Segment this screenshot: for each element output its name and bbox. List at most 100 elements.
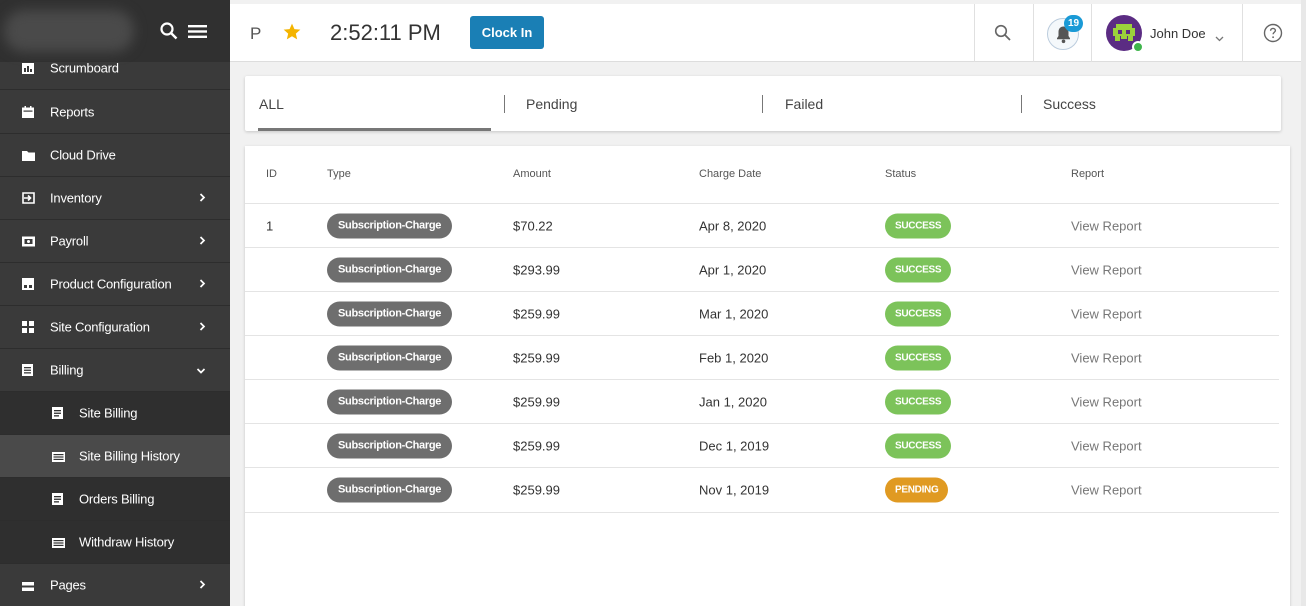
column-header-type[interactable]: Type xyxy=(327,168,351,180)
view-report-link[interactable]: View Report xyxy=(1071,483,1142,498)
view-report-link[interactable]: View Report xyxy=(1071,306,1142,321)
charge-date: Nov 1, 2019 xyxy=(699,482,770,498)
online-status-icon xyxy=(1132,41,1144,53)
sidebar-item-label: Pages xyxy=(50,577,86,593)
view-report-link[interactable]: View Report xyxy=(1071,394,1142,409)
calendar-icon xyxy=(22,106,35,118)
type-badge: Subscription-Charge xyxy=(327,477,453,503)
search-icon[interactable] xyxy=(994,24,1012,47)
sidebar-item-reports[interactable]: Reports xyxy=(0,91,230,134)
sidebar-item-scrumboard[interactable]: Scrumboard xyxy=(0,48,230,90)
table-row[interactable]: Subscription-Charge $259.99 Feb 1, 2020 SUC… xyxy=(245,336,1279,380)
clock-in-button[interactable]: Clock In xyxy=(470,16,544,49)
column-header-status[interactable]: Status xyxy=(885,168,916,180)
workspace-initial[interactable]: P xyxy=(250,24,261,44)
payroll-icon xyxy=(22,235,35,247)
tab-all[interactable]: ALL xyxy=(259,76,499,131)
table-row[interactable]: Subscription-Charge $259.99 Mar 1, 2020 SUC… xyxy=(245,292,1279,336)
table-row[interactable]: Subscription-Charge $259.99 Nov 1, 2019 PEN… xyxy=(245,468,1279,513)
charge-date: Apr 8, 2020 xyxy=(699,218,767,233)
sidebar-item-label: Orders Billing xyxy=(79,491,155,507)
view-report-link[interactable]: View Report xyxy=(1071,262,1142,277)
divider xyxy=(1033,4,1034,62)
status-badge: SUCCESS xyxy=(885,433,952,458)
row-id: 1 xyxy=(266,218,274,233)
folder-icon xyxy=(22,149,35,161)
tab-label: Pending xyxy=(526,96,578,112)
sidebar-item-label: Cloud Drive xyxy=(50,147,116,163)
sidebar-item-site-billing[interactable]: Site Billing xyxy=(0,392,230,435)
hamburger-menu-icon[interactable] xyxy=(188,24,207,44)
sidebar-item-withdraw-history[interactable]: Withdraw History xyxy=(0,521,230,564)
tab-label: Success xyxy=(1043,96,1096,112)
document-icon xyxy=(52,407,65,419)
search-icon[interactable] xyxy=(160,22,178,45)
status-badge: SUCCESS xyxy=(885,345,952,370)
sidebar-item-product-configuration[interactable]: Product Configuration xyxy=(0,263,230,306)
sidebar-item-label: Inventory xyxy=(50,190,102,206)
pages-icon xyxy=(22,579,35,591)
view-report-link[interactable]: View Report xyxy=(1071,438,1142,453)
sidebar-item-label: Site Billing xyxy=(79,405,138,421)
billing-icon xyxy=(22,364,35,376)
logo xyxy=(4,10,134,52)
star-icon[interactable] xyxy=(282,22,302,47)
table-row[interactable]: Subscription-Charge $259.99 Dec 1, 2019 SUC… xyxy=(245,424,1279,468)
charge-date: Mar 1, 2020 xyxy=(699,306,769,321)
tab-pending[interactable]: Pending xyxy=(526,76,756,131)
sidebar-item-label: Withdraw History xyxy=(79,534,175,550)
top-bar: P 2:52:11 PM Clock In 19 John Doe xyxy=(230,4,1306,62)
inventory-icon xyxy=(22,192,35,204)
charge-date: Feb 1, 2020 xyxy=(699,350,769,365)
document-icon xyxy=(52,493,65,505)
tab-success[interactable]: Success xyxy=(1043,76,1273,131)
sidebar-item-site-configuration[interactable]: Site Configuration xyxy=(0,306,230,349)
tab-failed[interactable]: Failed xyxy=(785,76,1015,131)
column-header-id[interactable]: ID xyxy=(266,168,277,180)
chevron-down-icon[interactable] xyxy=(1215,29,1224,47)
amount: $259.99 xyxy=(513,306,560,321)
user-name[interactable]: John Doe xyxy=(1150,26,1206,41)
sidebar-item-pages[interactable]: Pages xyxy=(0,564,230,606)
sidebar-item-label: Site Billing History xyxy=(79,448,180,464)
table-row[interactable]: 1 Subscription-Charge $70.22 Apr 8, 2020 SUC… xyxy=(245,204,1279,248)
type-badge: Subscription-Charge xyxy=(327,345,453,370)
sidebar-item-billing[interactable]: Billing xyxy=(0,349,230,392)
type-badge: Subscription-Charge xyxy=(327,301,453,326)
table-row[interactable]: Subscription-Charge $293.99 Apr 1, 2020 SUC… xyxy=(245,248,1279,292)
status-badge: SUCCESS xyxy=(885,257,952,282)
column-header-charge-date[interactable]: Charge Date xyxy=(699,168,761,180)
status-badge: SUCCESS xyxy=(885,389,952,414)
amount: $259.99 xyxy=(513,394,560,409)
charge-date: Apr 1, 2020 xyxy=(699,262,767,277)
column-header-amount[interactable]: Amount xyxy=(513,168,551,180)
view-report-link[interactable]: View Report xyxy=(1071,218,1142,233)
view-report-link[interactable]: View Report xyxy=(1071,350,1142,365)
table-row[interactable]: Subscription-Charge $259.99 Jan 1, 2020 SUC… xyxy=(245,380,1279,424)
sidebar-item-orders-billing[interactable]: Orders Billing xyxy=(0,478,230,521)
active-tab-indicator xyxy=(258,128,491,131)
sidebar-item-label: Billing xyxy=(50,362,84,378)
list-icon xyxy=(52,536,65,548)
scrollbar[interactable] xyxy=(1301,0,1306,606)
divider xyxy=(762,95,763,113)
clock-time: 2:52:11 PM xyxy=(330,20,441,45)
divider xyxy=(504,95,505,113)
sidebar-item-cloud-drive[interactable]: Cloud Drive xyxy=(0,134,230,177)
billing-history-table: ID Type Amount Charge Date Status Report… xyxy=(245,146,1290,606)
site-config-icon xyxy=(22,321,35,333)
type-badge: Subscription-Charge xyxy=(327,389,453,414)
product-icon xyxy=(22,278,35,290)
chevron-right-icon xyxy=(199,320,206,335)
type-badge: Subscription-Charge xyxy=(327,257,453,282)
help-icon[interactable] xyxy=(1263,23,1283,48)
chevron-right-icon xyxy=(199,578,206,593)
sidebar-item-inventory[interactable]: Inventory xyxy=(0,177,230,220)
status-badge: SUCCESS xyxy=(885,301,952,326)
status-tabs: ALL Pending Failed Success xyxy=(245,76,1281,131)
sidebar-item-payroll[interactable]: Payroll xyxy=(0,220,230,263)
sidebar-item-site-billing-history[interactable]: Site Billing History xyxy=(0,435,230,478)
column-header-report[interactable]: Report xyxy=(1071,168,1104,180)
scrumboard-icon xyxy=(22,62,35,74)
charge-date: Dec 1, 2019 xyxy=(699,438,770,453)
